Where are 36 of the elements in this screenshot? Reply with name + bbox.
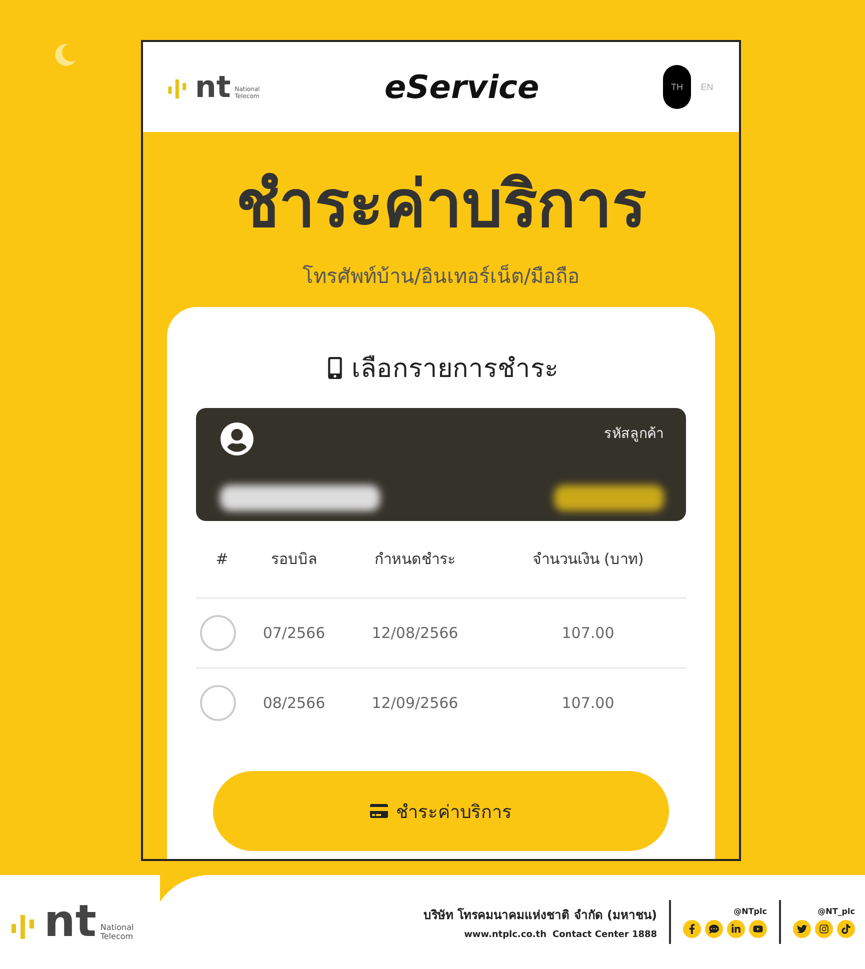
user-icon <box>220 422 254 456</box>
logo-tagline: National Telecom <box>100 924 134 942</box>
table-cell-text: 107.00 <box>560 694 616 712</box>
instagram-icon[interactable] <box>815 920 833 938</box>
pay-button[interactable]: ชำระค่าบริการ <box>213 771 669 851</box>
column-header: กำหนดชำระ <box>374 549 456 570</box>
table-cell-text: 12/09/2566 <box>370 694 460 712</box>
logo-mark: nt <box>44 902 96 942</box>
company-name: บริษัท โทรคมนาคมแห่งชาติ จำกัด (มหาชน) <box>423 906 657 924</box>
chat-icon[interactable] <box>705 920 723 938</box>
table-cell-text: 107.00 <box>560 624 616 642</box>
radio-button[interactable] <box>200 685 236 721</box>
column-header: จำนวนเงิน (บาท) <box>531 549 645 570</box>
linkedin-icon[interactable] <box>727 920 745 938</box>
column-header: # <box>214 550 230 568</box>
column-header: รอบบิล <box>270 549 318 570</box>
page-subtitle: โทรศัพท์บ้าน/อินเทอร์เน็ต/มือถือ <box>302 263 580 290</box>
customer-code-label: รหัสลูกค้า <box>604 425 664 444</box>
contact-text: Contact Center 1888 <box>552 930 657 940</box>
logo-mark: nt <box>195 74 231 100</box>
social-handle: @NT_plc <box>818 906 855 916</box>
card-icon <box>370 802 388 820</box>
radio-button[interactable] <box>200 615 236 651</box>
tiktok-icon[interactable] <box>837 920 855 938</box>
language-toggle[interactable]: TH <box>663 65 691 109</box>
website-link[interactable]: www.ntplc.co.th <box>464 930 547 940</box>
page-title: ชำระค่าบริการ <box>236 167 646 244</box>
twitter-icon[interactable] <box>793 920 811 938</box>
table-cell-text: 08/2566 <box>262 694 326 712</box>
facebook-icon[interactable] <box>683 920 701 938</box>
app-title: eService <box>384 68 540 106</box>
card-heading: เลือกรายการชำระ <box>352 353 558 386</box>
table-cell-text: 12/08/2566 <box>370 624 460 642</box>
social-handle: @NTplc <box>734 906 767 916</box>
table-cell-text: 07/2566 <box>262 624 326 642</box>
youtube-icon[interactable] <box>749 920 767 938</box>
